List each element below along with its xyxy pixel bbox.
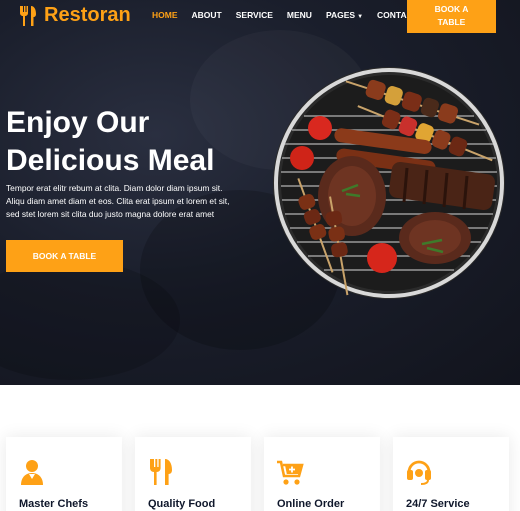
brand-name: Restoran bbox=[44, 4, 131, 26]
service-title: 24/7 Service bbox=[406, 498, 470, 510]
service-title: Master Chefs bbox=[19, 498, 89, 510]
hero-text-line1: Tempor erat elitr rebum at clita. Diam d… bbox=[6, 183, 223, 193]
nav-item-pages[interactable]: PAGES ▼ bbox=[326, 10, 363, 20]
service-card-master-chefs[interactable]: Master Chefs bbox=[6, 437, 122, 511]
caret-down-icon: ▼ bbox=[357, 14, 364, 20]
nav-item-service[interactable]: SERVICE bbox=[236, 10, 273, 20]
chef-icon bbox=[21, 460, 43, 485]
brand-logo[interactable]: Restoran bbox=[18, 4, 131, 27]
service-card-quality-food[interactable]: Quality Food bbox=[135, 437, 251, 511]
book-table-hero-button[interactable]: BOOK A TABLE bbox=[6, 240, 123, 272]
services-section: Master Chefs Quality Food Online Order 2… bbox=[0, 385, 520, 511]
book-table-nav-line2: TABLE bbox=[437, 17, 466, 27]
service-card-24-7-service[interactable]: 24/7 Service bbox=[393, 437, 509, 511]
service-card-online-order[interactable]: Online Order bbox=[264, 437, 380, 511]
nav-menu: HOME ABOUT SERVICE MENU PAGES ▼ CONTACT bbox=[152, 10, 432, 20]
utensils-icon bbox=[150, 459, 172, 485]
navbar: Restoran HOME ABOUT SERVICE MENU PAGES ▼ … bbox=[0, 0, 520, 33]
hero-title-line1: Enjoy Our bbox=[6, 106, 150, 139]
hero-title-line2: Delicious Meal bbox=[6, 144, 215, 177]
nav-item-about[interactable]: ABOUT bbox=[192, 10, 222, 20]
nav-item-menu[interactable]: MENU bbox=[287, 10, 312, 20]
service-title: Quality Food bbox=[148, 498, 216, 510]
hero-text-line3: sed stet lorem sit clita duo justo magna… bbox=[6, 209, 215, 219]
headset-icon bbox=[407, 460, 431, 485]
hero-description: Tempor erat elitr rebum at clita. Diam d… bbox=[6, 182, 246, 221]
hero-section: Restoran HOME ABOUT SERVICE MENU PAGES ▼ … bbox=[0, 0, 520, 385]
cart-plus-icon bbox=[277, 460, 304, 485]
nav-item-pages-label: PAGES bbox=[325, 10, 356, 20]
utensils-icon bbox=[20, 5, 36, 26]
service-title: Online Order bbox=[277, 498, 345, 510]
hero-title: Enjoy Our Delicious Meal bbox=[6, 104, 256, 180]
book-table-nav-line1: BOOK A bbox=[434, 4, 469, 14]
nav-item-home[interactable]: HOME bbox=[152, 10, 178, 20]
book-table-nav-button[interactable]: BOOK A TABLE bbox=[407, 0, 496, 33]
bbq-grill-image bbox=[273, 67, 505, 299]
hero-text-line2: Aliqu diam amet diam et eos. Clita erat … bbox=[6, 196, 230, 206]
